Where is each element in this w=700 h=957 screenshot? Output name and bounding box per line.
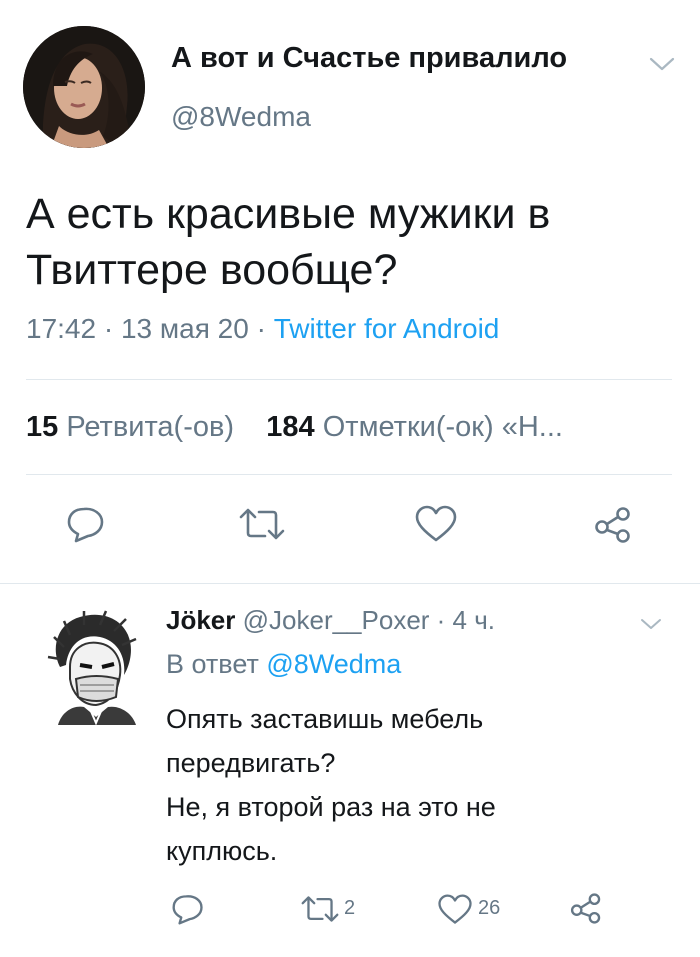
- tweet-text: А есть красивые мужики в Твиттере вообще…: [26, 186, 666, 298]
- tweet-separator: [0, 583, 700, 584]
- user-handle[interactable]: @8Wedma: [171, 101, 311, 133]
- meta-separator: ·: [96, 313, 121, 344]
- main-tweet: А вот и Счастье привалило @8Wedma А есть…: [0, 0, 700, 585]
- retweet-arrows-icon[interactable]: [238, 507, 286, 541]
- heart-icon[interactable]: [437, 894, 473, 925]
- quotes-stat[interactable]: «Н...: [502, 411, 563, 443]
- tweet-text: Опять заставишь мебель передвигать? Не, …: [166, 697, 606, 873]
- tweet-text-line: Не, я второй раз на это не: [166, 792, 496, 822]
- meta-separator: ·: [248, 313, 274, 344]
- reply-mention-link[interactable]: @8Wedma: [266, 649, 401, 679]
- chevron-down-icon[interactable]: [640, 617, 662, 631]
- retweets-count: 15: [26, 411, 59, 443]
- retweet-count: 2: [344, 897, 356, 919]
- reply-tweet: Jöker @Joker__Poxer · 4 ч. В ответ @8Wed…: [0, 585, 700, 957]
- tweet-text-line: передвигать?: [166, 748, 336, 778]
- tweet-actions: 2 26: [0, 885, 700, 935]
- reply-context: В ответ @8Wedma: [166, 649, 401, 680]
- tweet-stats: 15 Ретвита(-ов) 184 Отметки(-ок) «Н...: [26, 411, 563, 444]
- display-name[interactable]: Jöker: [166, 605, 235, 635]
- retweets-label: Ретвита(-ов): [66, 411, 235, 443]
- share-icon[interactable]: [594, 507, 632, 543]
- display-name[interactable]: А вот и Счастье привалило: [171, 42, 567, 75]
- meta-separator: ·: [429, 605, 453, 635]
- user-handle[interactable]: @Joker__Poxer: [243, 605, 430, 635]
- tweet-age: 4 ч.: [452, 605, 495, 635]
- likes-count: 184: [266, 411, 315, 443]
- reply-prefix: В ответ: [166, 649, 259, 679]
- tweet-time: 17:42: [26, 313, 97, 344]
- tweet-date: 13 мая 20: [120, 313, 249, 344]
- tweet-text-line: Твиттере вообще?: [26, 246, 398, 294]
- tweet-actions: [0, 493, 700, 553]
- share-icon[interactable]: [570, 893, 602, 924]
- divider: [26, 474, 672, 475]
- avatar[interactable]: [40, 607, 150, 725]
- tweet-text-line: куплюсь.: [166, 836, 278, 866]
- reply-bubble-icon[interactable]: [171, 893, 205, 925]
- retweets-stat[interactable]: 15 Ретвита(-ов): [26, 411, 234, 443]
- tweet-source-link[interactable]: Twitter for Android: [274, 313, 500, 344]
- chevron-down-icon[interactable]: [649, 56, 675, 72]
- retweet-arrows-icon[interactable]: [300, 895, 340, 923]
- reply-header: Jöker @Joker__Poxer · 4 ч.: [166, 605, 495, 636]
- avatar[interactable]: [23, 26, 145, 148]
- like-count: 26: [478, 897, 501, 919]
- likes-stat[interactable]: 184 Отметки(-ок): [266, 411, 493, 443]
- heart-icon[interactable]: [414, 505, 458, 543]
- tweet-meta: 17:42 · 13 мая 20 · Twitter for Android: [26, 313, 499, 345]
- divider: [26, 379, 672, 380]
- tweet-text-line: А есть красивые мужики в: [26, 190, 551, 238]
- tweet-text-line: Опять заставишь мебель: [166, 704, 484, 734]
- reply-bubble-icon[interactable]: [66, 505, 106, 543]
- likes-label: Отметки(-ок): [322, 411, 494, 443]
